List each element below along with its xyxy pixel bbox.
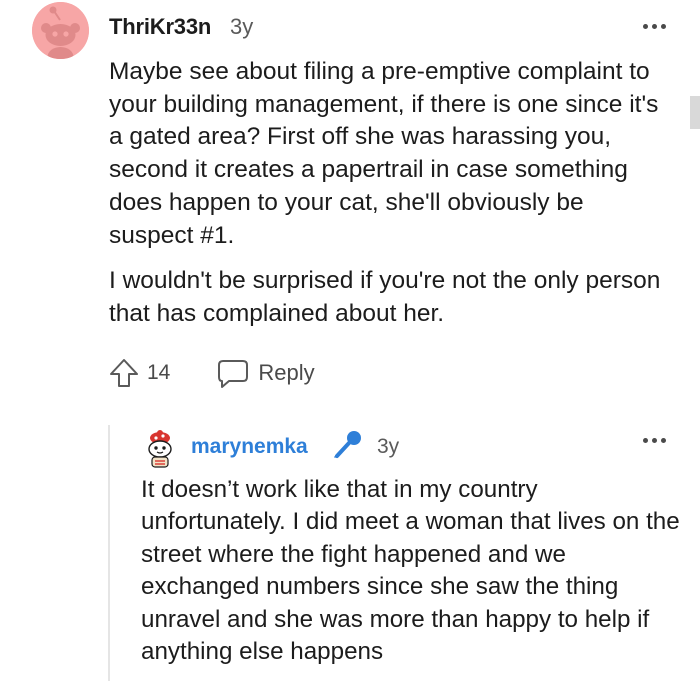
snoo-avatar-icon xyxy=(148,430,172,468)
comment-body: Maybe see about filing a pre-emptive com… xyxy=(109,56,669,331)
op-badge xyxy=(330,428,364,462)
thread-line[interactable] xyxy=(108,425,110,681)
reply-label: Reply xyxy=(258,360,315,385)
microphone-icon xyxy=(334,431,361,458)
comment-actions: 14 Reply xyxy=(108,356,315,390)
scrollbar[interactable] xyxy=(690,96,700,129)
reply-button[interactable]: Reply xyxy=(216,357,315,389)
avatar[interactable] xyxy=(32,2,89,59)
more-options-icon xyxy=(640,18,668,34)
comment-paragraph: Maybe see about filing a pre-emptive com… xyxy=(109,58,659,249)
comment-username[interactable]: ThriKr33n xyxy=(109,14,211,40)
reply-text: It doesn’t work like that in my country … xyxy=(141,476,680,666)
upvote-arrow-icon xyxy=(110,359,138,387)
reply-username[interactable]: marynemka xyxy=(191,435,308,459)
reply-age: 3y xyxy=(377,435,400,458)
comment-paragraph: I wouldn't be surprised if you're not th… xyxy=(109,267,661,327)
reply-body: It doesn’t work like that in my country … xyxy=(141,474,686,668)
reply-avatar[interactable] xyxy=(142,429,178,469)
upvote-count: 14 xyxy=(147,361,171,384)
more-options-icon xyxy=(640,432,668,448)
upvote-button[interactable]: 14 xyxy=(108,357,170,389)
snoo-avatar-icon xyxy=(32,2,89,59)
comment-age: 3y xyxy=(230,14,254,39)
more-options-button[interactable] xyxy=(640,18,668,34)
speech-bubble-icon xyxy=(218,360,249,388)
more-options-button[interactable] xyxy=(640,432,668,448)
